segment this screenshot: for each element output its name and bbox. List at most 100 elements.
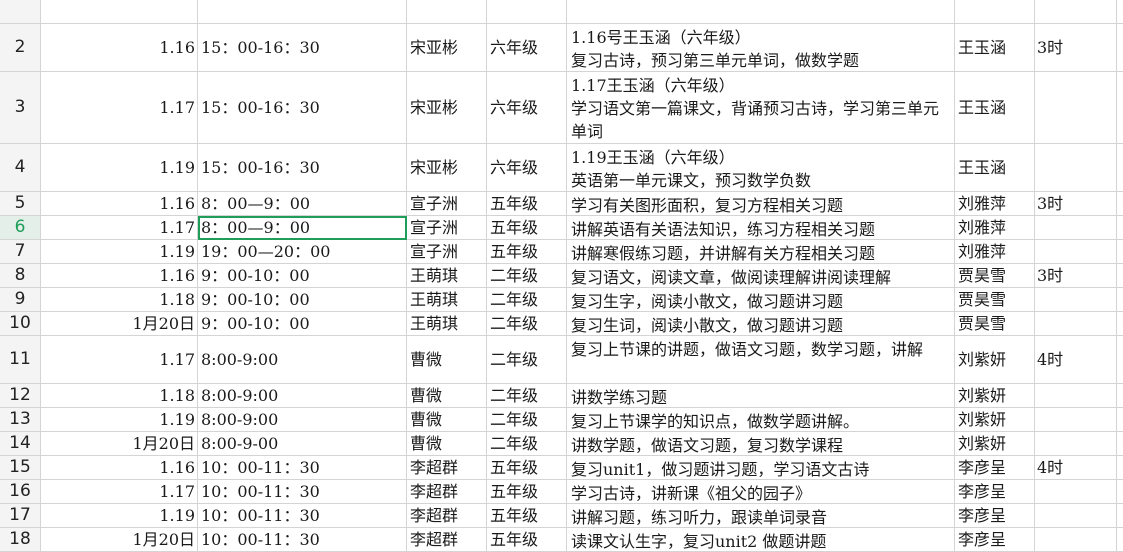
cell-extra[interactable] [1117, 504, 1123, 528]
cell-hours[interactable]: 4时 [1035, 456, 1117, 480]
cell-student[interactable]: 李彦呈 [955, 504, 1035, 528]
cell-date[interactable]: 1.16 [41, 264, 198, 288]
cell-hours[interactable] [1035, 216, 1117, 240]
cell-content[interactable]: 复习生词，阅读小散文，做习题讲习题 [567, 312, 955, 336]
column-header-date[interactable] [41, 0, 198, 24]
cell-teacher[interactable]: 曹微 [407, 432, 487, 456]
cell-content[interactable]: 讲解英语有关语法知识，练习方程相关习题 [567, 216, 955, 240]
cell-teacher[interactable]: 李超群 [407, 504, 487, 528]
cell-student[interactable]: 李彦呈 [955, 528, 1035, 552]
cell-grade[interactable]: 二年级 [487, 264, 567, 288]
cell-date[interactable]: 1.16 [41, 456, 198, 480]
cell-teacher[interactable]: 宋亚彬 [407, 24, 487, 72]
cell-grade[interactable]: 五年级 [487, 456, 567, 480]
cell-student[interactable]: 贾昊雪 [955, 312, 1035, 336]
cell-teacher[interactable]: 宋亚彬 [407, 72, 487, 144]
cell-teacher[interactable]: 曹微 [407, 384, 487, 408]
cell-extra[interactable] [1117, 144, 1123, 192]
cell-content[interactable]: 学习古诗，讲新课《祖父的园子》 [567, 480, 955, 504]
cell-student[interactable]: 李彦呈 [955, 456, 1035, 480]
cell-teacher[interactable]: 李超群 [407, 456, 487, 480]
cell-content[interactable]: 讲解习题，练习听力，跟读单词录音 [567, 504, 955, 528]
cell-grade[interactable]: 二年级 [487, 312, 567, 336]
cell-grade[interactable]: 二年级 [487, 432, 567, 456]
cell-student[interactable]: 王玉涵 [955, 72, 1035, 144]
cell-date[interactable]: 1.16 [41, 192, 198, 216]
selected-cell[interactable]: 8：00—9：00 [198, 216, 407, 240]
cell-student[interactable]: 王玉涵 [955, 144, 1035, 192]
cell-time[interactable]: 8:00-9:00 [198, 336, 407, 384]
cell-content[interactable]: 1.16号王玉涵（六年级） 复习古诗，预习第三单元单词，做数学题 [567, 24, 955, 72]
column-header-student[interactable] [955, 0, 1035, 24]
cell-extra[interactable] [1117, 288, 1123, 312]
cell-hours[interactable] [1035, 528, 1117, 552]
cell-date[interactable]: 1.18 [41, 384, 198, 408]
cell-teacher[interactable]: 宣子洲 [407, 240, 487, 264]
cell-hours[interactable] [1035, 72, 1117, 144]
cell-hours[interactable] [1035, 312, 1117, 336]
column-header-hours[interactable] [1035, 0, 1117, 24]
cell-date[interactable]: 1.19 [41, 408, 198, 432]
cell-content[interactable]: 复习上节课学的知识点，做数学题讲解。 [567, 408, 955, 432]
cell-grade[interactable]: 五年级 [487, 192, 567, 216]
cell-extra[interactable] [1117, 480, 1123, 504]
cell-grade[interactable]: 二年级 [487, 408, 567, 432]
row-number[interactable]: 13 [0, 408, 41, 432]
cell-grade[interactable]: 五年级 [487, 480, 567, 504]
cell-hours[interactable] [1035, 144, 1117, 192]
cell-grade[interactable]: 二年级 [487, 384, 567, 408]
cell-time[interactable]: 15：00-16：30 [198, 24, 407, 72]
cell-teacher[interactable]: 李超群 [407, 528, 487, 552]
cell-hours[interactable] [1035, 288, 1117, 312]
row-number[interactable]: 9 [0, 288, 41, 312]
cell-student[interactable]: 刘紫妍 [955, 408, 1035, 432]
row-number[interactable]: 8 [0, 264, 41, 288]
cell-content[interactable]: 1.19王玉涵（六年级） 英语第一单元课文，预习数学负数 [567, 144, 955, 192]
empty-cell[interactable] [1117, 0, 1123, 24]
column-header-time[interactable] [198, 0, 407, 24]
cell-date[interactable]: 1.17 [41, 72, 198, 144]
cell-grade[interactable]: 二年级 [487, 288, 567, 312]
cell-content[interactable]: 讲数学练习题 [567, 384, 955, 408]
cell-student[interactable]: 刘雅萍 [955, 192, 1035, 216]
cell-content[interactable]: 复习语文，阅读文章，做阅读理解讲阅读理解 [567, 264, 955, 288]
row-number[interactable]: 3 [0, 72, 41, 144]
row-number[interactable]: 10 [0, 312, 41, 336]
cell-student[interactable]: 刘紫妍 [955, 336, 1035, 384]
row-number[interactable]: 4 [0, 144, 41, 192]
cell-time[interactable]: 19：00—20：00 [198, 240, 407, 264]
cell-extra[interactable] [1117, 432, 1123, 456]
cell-teacher[interactable]: 宣子洲 [407, 192, 487, 216]
row-number[interactable]: 6 [0, 216, 41, 240]
row-number[interactable]: 14 [0, 432, 41, 456]
cell-date[interactable]: 1月20日 [41, 432, 198, 456]
cell-hours[interactable] [1035, 432, 1117, 456]
column-header-grade[interactable] [487, 0, 567, 24]
cell-content[interactable]: 1.17王玉涵（六年级） 学习语文第一篇课文，背诵预习古诗，学习第三单元单词 [567, 72, 955, 144]
row-number[interactable]: 11 [0, 336, 41, 384]
cell-extra[interactable] [1117, 384, 1123, 408]
cell-content[interactable]: 复习上节课的讲题，做语文习题，数学习题，讲解 [567, 336, 955, 384]
cell-extra[interactable] [1117, 336, 1123, 384]
cell-student[interactable]: 刘雅萍 [955, 216, 1035, 240]
cell-extra[interactable] [1117, 408, 1123, 432]
cell-teacher[interactable]: 曹微 [407, 408, 487, 432]
cell-grade[interactable]: 五年级 [487, 216, 567, 240]
cell-grade[interactable]: 五年级 [487, 240, 567, 264]
cell-content[interactable]: 讲解寒假练习题，并讲解有关方程相关习题 [567, 240, 955, 264]
cell-date[interactable]: 1.17 [41, 336, 198, 384]
cell-teacher[interactable]: 王萌琪 [407, 288, 487, 312]
cell-time[interactable]: 9：00-10：00 [198, 288, 407, 312]
row-number[interactable]: 16 [0, 480, 41, 504]
cell-date[interactable]: 1月20日 [41, 528, 198, 552]
cell-student[interactable]: 王玉涵 [955, 24, 1035, 72]
spreadsheet-grid[interactable]: 2 1.16 15：00-16：30 宋亚彬 六年级 1.16号王玉涵（六年级） 复习古诗，… [0, 0, 1123, 552]
cell-student[interactable]: 刘紫妍 [955, 384, 1035, 408]
cell-time[interactable]: 8:00-9-00 [198, 432, 407, 456]
cell-time[interactable]: 10：00-11：30 [198, 528, 407, 552]
row-number[interactable]: 15 [0, 456, 41, 480]
cell-date[interactable]: 1.17 [41, 216, 198, 240]
cell-content[interactable]: 学习有关图形面积，复习方程相关习题 [567, 192, 955, 216]
cell-time[interactable]: 8：00—9：00 [198, 192, 407, 216]
cell-teacher[interactable]: 王萌琪 [407, 312, 487, 336]
